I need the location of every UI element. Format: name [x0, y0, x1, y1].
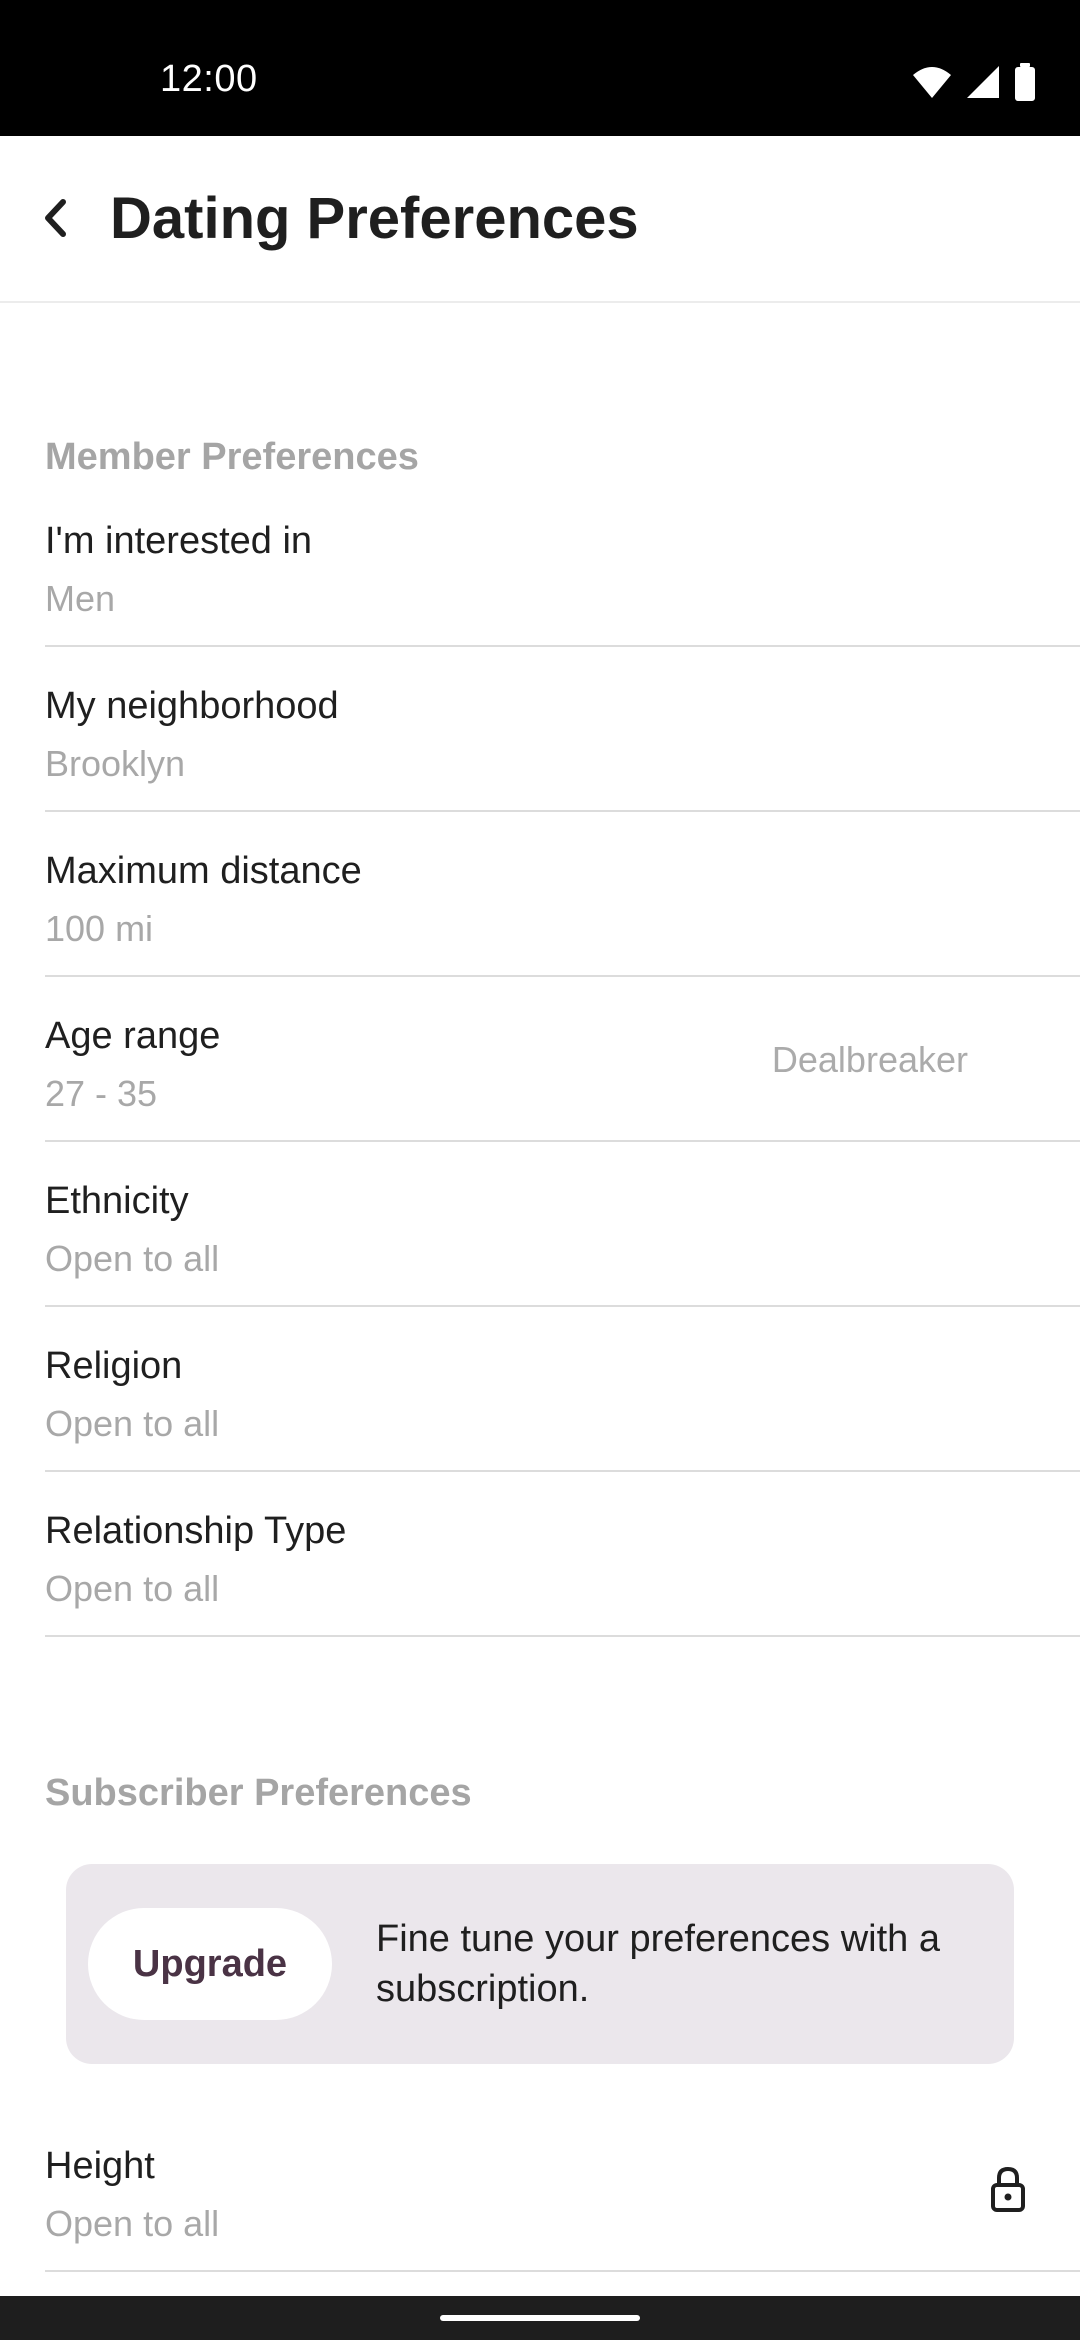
pref-label: I'm interested in [45, 520, 313, 562]
back-arrow-icon[interactable] [30, 186, 82, 250]
pref-value: Open to all [45, 1238, 220, 1279]
pref-value: Brooklyn [45, 743, 186, 784]
status-time: 12:00 [160, 58, 258, 100]
pref-row-relationship-type[interactable]: Relationship Type Open to all [45, 1472, 1080, 1637]
pref-row-interested-in[interactable]: I'm interested in Men [45, 482, 1080, 647]
upgrade-card: Upgrade Fine tune your preferences with … [66, 1864, 1014, 2064]
pref-label: Age range [45, 1015, 221, 1057]
dealbreaker-label: Dealbreaker [771, 1039, 968, 1080]
pref-value: Open to all [45, 1568, 220, 1609]
page-title: Dating Preferences [110, 186, 639, 251]
status-bar: 12:00 [0, 0, 1080, 136]
signal-icon [967, 66, 999, 98]
subscriber-preferences-header: Subscriber Preferences [45, 1772, 472, 1814]
app-bar: Dating Preferences [0, 136, 1080, 303]
wifi-icon [913, 67, 951, 98]
pref-row-religion[interactable]: Religion Open to all [45, 1307, 1080, 1472]
pref-row-age-range[interactable]: Age range 27 - 35 Dealbreaker [45, 977, 1080, 1142]
pref-label: Ethnicity [45, 1180, 189, 1222]
battery-icon [1015, 63, 1035, 101]
pref-label: Relationship Type [45, 1510, 347, 1552]
pref-label: Maximum distance [45, 850, 362, 892]
pref-row-ethnicity[interactable]: Ethnicity Open to all [45, 1142, 1080, 1307]
home-gesture-handle[interactable] [440, 2315, 640, 2321]
pref-row-height[interactable]: Height Open to all [45, 2107, 1080, 2272]
pref-value: Open to all [45, 2203, 220, 2244]
pref-label: Religion [45, 1345, 183, 1387]
lock-icon [991, 2166, 1025, 2212]
pref-value: Open to all [45, 1403, 220, 1444]
member-preferences-header: Member Preferences [45, 436, 419, 478]
status-icons [912, 62, 1036, 102]
pref-row-maximum-distance[interactable]: Maximum distance 100 mi [45, 812, 1080, 977]
pref-value: 100 mi [45, 908, 154, 949]
pref-value: 27 - 35 [45, 1073, 158, 1114]
pref-value: Men [45, 578, 116, 619]
pref-label: My neighborhood [45, 685, 339, 727]
pref-row-neighborhood[interactable]: My neighborhood Brooklyn [45, 647, 1080, 812]
pref-label: Height [45, 2145, 155, 2187]
system-navigation-bar [0, 2296, 1080, 2340]
upgrade-button[interactable]: Upgrade [88, 1908, 332, 2020]
upgrade-promo-text: Fine tune your preferences with a subscr… [376, 1918, 940, 2011]
